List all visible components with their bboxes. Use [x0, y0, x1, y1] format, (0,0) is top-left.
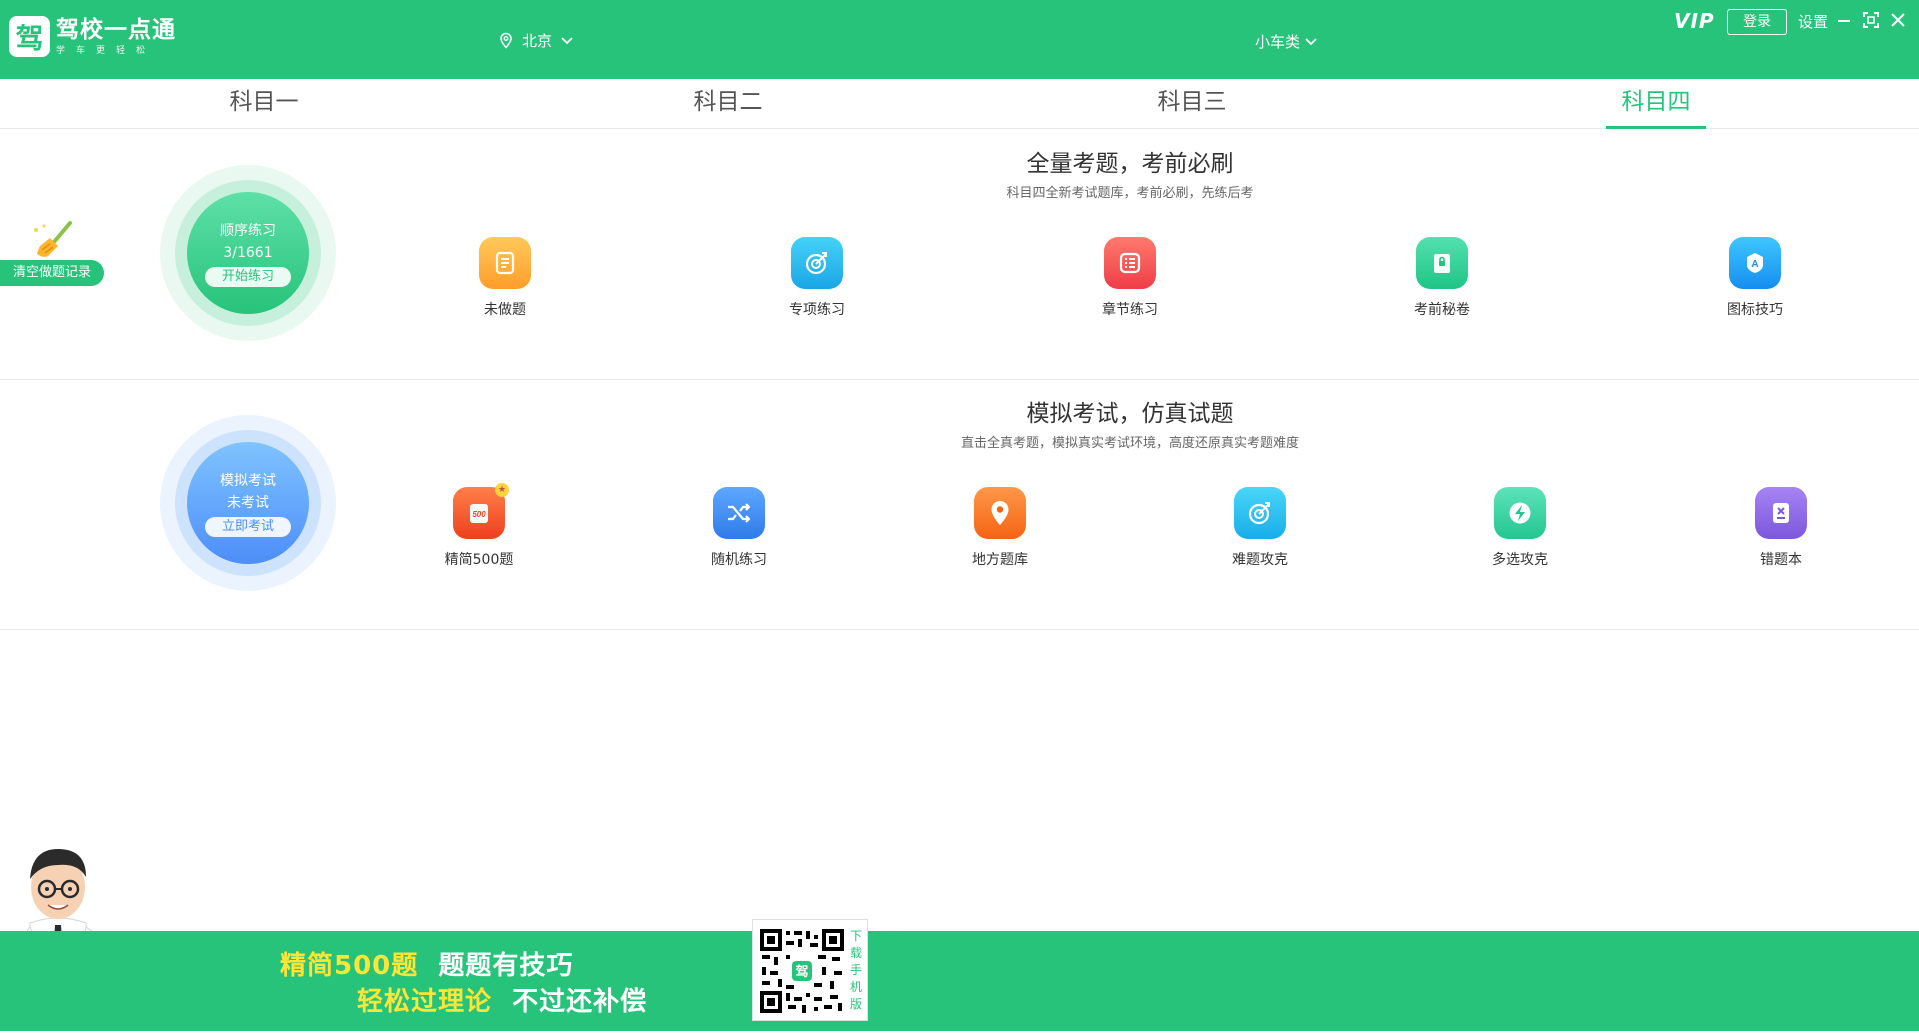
- top-bar: 驾 驾校一点通 学车更轻松 北京 小车类 VIP 登录 设置: [0, 0, 1919, 79]
- sequential-practice-progress: 3/1661: [223, 242, 272, 264]
- document-icon: [479, 237, 531, 289]
- vip-button[interactable]: VIP: [1674, 9, 1715, 33]
- feature-label: 考前秘卷: [1387, 299, 1497, 319]
- target-icon: [791, 237, 843, 289]
- banner-highlight-1: 精简500题: [280, 951, 418, 981]
- city-label: 北京: [522, 30, 552, 51]
- sign-icon: A: [1729, 237, 1781, 289]
- sequential-practice-title: 顺序练习: [220, 220, 276, 242]
- location-icon: [974, 487, 1026, 539]
- logo-char: 驾: [15, 17, 43, 57]
- target-icon: [1234, 487, 1286, 539]
- minimize-icon: [1837, 13, 1851, 27]
- subject-tabs: 科目一 科目二 科目三 科目四: [0, 79, 1919, 129]
- feature-500-questions[interactable]: 500 ★ 精简500题: [424, 487, 534, 569]
- close-button[interactable]: [1888, 10, 1908, 30]
- tab-subject-1[interactable]: 科目一: [214, 79, 314, 129]
- feature-label: 专项练习: [762, 299, 872, 319]
- svg-text:A: A: [1751, 259, 1758, 270]
- feature-label: 图标技巧: [1700, 299, 1810, 319]
- broom-icon: [30, 220, 76, 264]
- tab-subject-2[interactable]: 科目二: [678, 79, 778, 129]
- secret-paper-icon: [1416, 237, 1468, 289]
- banner-highlight-2: 轻松过理论: [357, 987, 492, 1017]
- banner-text-1: 题题有技巧: [438, 951, 573, 981]
- banner-text-2: 不过还补偿: [512, 987, 647, 1017]
- sequential-practice-circle[interactable]: 顺序练习 3/1661 开始练习: [160, 165, 336, 341]
- feature-local-questions[interactable]: 地方题库: [945, 487, 1055, 569]
- promo-banner[interactable]: 精简500题 题题有技巧 轻松过理论 不过还补偿 驾 下载手机版: [0, 931, 1919, 1031]
- qr-code-icon: 驾: [758, 927, 846, 1015]
- feature-chapter-practice[interactable]: 章节练习: [1075, 237, 1185, 319]
- city-selector[interactable]: 北京: [498, 30, 574, 51]
- login-button[interactable]: 登录: [1727, 9, 1787, 35]
- 500-icon: 500 ★: [453, 487, 505, 539]
- settings-button[interactable]: 设置: [1798, 11, 1828, 32]
- start-exam-button[interactable]: 立即考试: [205, 517, 291, 537]
- feature-label: 章节练习: [1075, 299, 1185, 319]
- practice-section: 全量考题，考前必刷 科目四全新考试题库，考前必刷，先练后考 顺序练习 3/166…: [0, 130, 1919, 380]
- feature-label: 精简500题: [424, 549, 534, 569]
- feature-label: 错题本: [1726, 549, 1836, 569]
- svg-text:500: 500: [472, 510, 486, 519]
- feature-multi-choice[interactable]: 多选攻克: [1465, 487, 1575, 569]
- mock-exam-circle[interactable]: 模拟考试 未考试 立即考试: [160, 415, 336, 591]
- clear-records-button[interactable]: 清空做题记录: [0, 260, 104, 286]
- list-icon: [1104, 237, 1156, 289]
- app-slogan: 学车更轻松: [56, 43, 176, 56]
- chevron-down-icon: [560, 36, 574, 46]
- feature-special-practice[interactable]: 专项练习: [762, 237, 872, 319]
- start-practice-button[interactable]: 开始练习: [205, 267, 291, 287]
- fullscreen-icon: [1863, 12, 1879, 28]
- tab-subject-3[interactable]: 科目三: [1142, 79, 1242, 129]
- exam-section: 模拟考试，仿真试题 直击全真考题，模拟真实考试环境，高度还原真实考题难度 模拟考…: [0, 380, 1919, 630]
- feature-label: 随机练习: [684, 549, 794, 569]
- shuffle-icon: [713, 487, 765, 539]
- close-icon: [1891, 13, 1905, 27]
- practice-title: 全量考题，考前必刷: [0, 144, 1919, 178]
- exam-title: 模拟考试，仿真试题: [0, 394, 1919, 428]
- car-type-selector[interactable]: 小车类: [1255, 31, 1318, 52]
- app-logo: 驾 驾校一点通 学车更轻松: [9, 16, 176, 57]
- banner-line-1: 精简500题 题题有技巧: [280, 945, 573, 982]
- minimize-button[interactable]: [1834, 10, 1854, 30]
- feature-random-practice[interactable]: 随机练习: [684, 487, 794, 569]
- feature-label: 多选攻克: [1465, 549, 1575, 569]
- svg-text:驾: 驾: [795, 964, 808, 980]
- location-pin-icon: [498, 32, 514, 50]
- feature-label: 难题攻克: [1205, 549, 1315, 569]
- feature-hard-questions[interactable]: 难题攻克: [1205, 487, 1315, 569]
- car-type-label: 小车类: [1255, 31, 1300, 52]
- feature-label: 未做题: [450, 299, 560, 319]
- logo-badge: 驾: [9, 16, 50, 57]
- download-app-label: 下载手机版: [849, 928, 863, 1013]
- download-qr-code[interactable]: 驾 下载手机版: [752, 919, 868, 1021]
- feature-secret-paper[interactable]: 考前秘卷: [1387, 237, 1497, 319]
- feature-sign-tips[interactable]: A 图标技巧: [1700, 237, 1810, 319]
- mock-exam-title: 模拟考试: [220, 470, 276, 492]
- tab-subject-4[interactable]: 科目四: [1606, 79, 1706, 129]
- app-name: 驾校一点通: [56, 18, 176, 42]
- chevron-down-icon: [1304, 37, 1318, 47]
- fullscreen-button[interactable]: [1861, 10, 1881, 30]
- feature-unanswered[interactable]: 未做题: [450, 237, 560, 319]
- feature-wrong-book[interactable]: 错题本: [1726, 487, 1836, 569]
- banner-line-2: 轻松过理论 不过还补偿: [357, 981, 647, 1018]
- mock-exam-status: 未考试: [227, 492, 269, 514]
- feature-label: 地方题库: [945, 549, 1055, 569]
- lightning-icon: [1494, 487, 1546, 539]
- wrong-book-icon: [1755, 487, 1807, 539]
